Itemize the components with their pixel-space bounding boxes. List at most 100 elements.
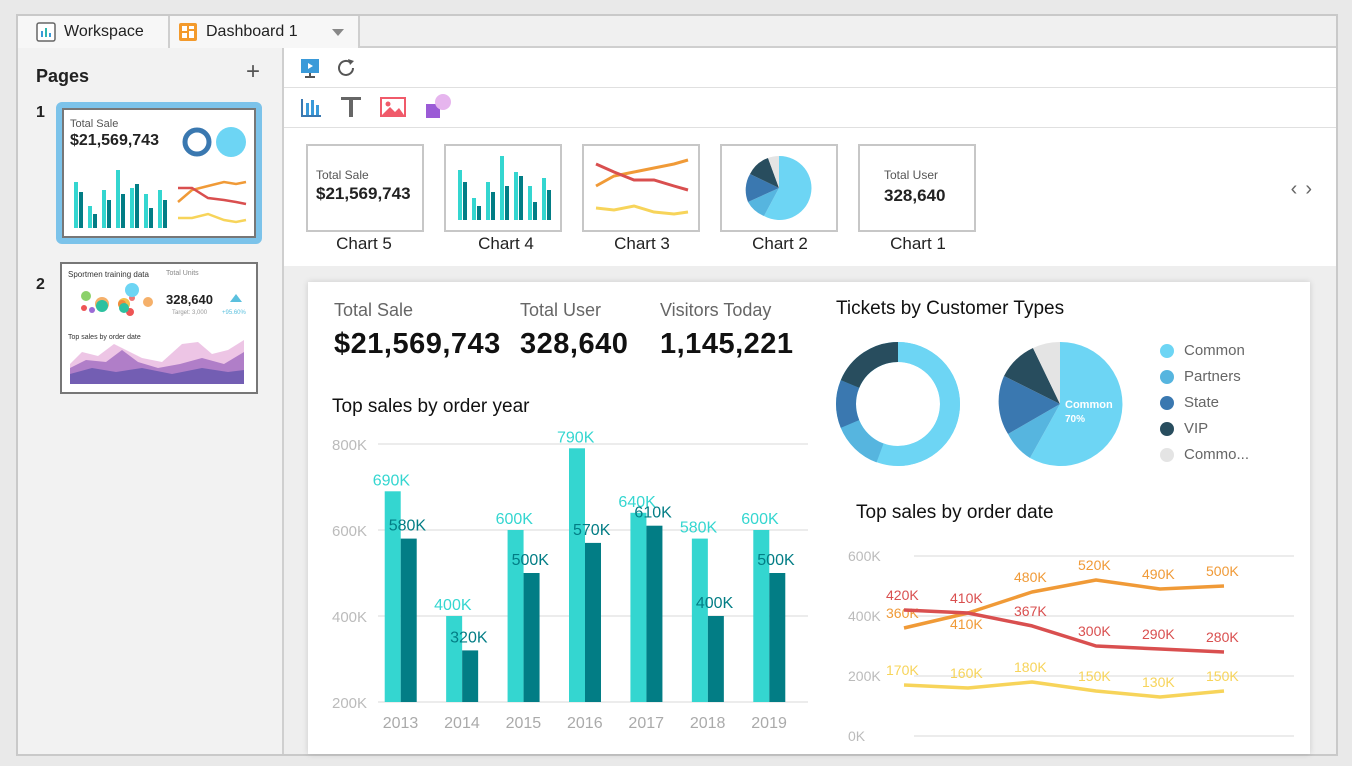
widget-kpi-value: $21,569,743 xyxy=(316,184,411,203)
kpi-value: 328,640 xyxy=(520,328,629,360)
dashboard-canvas: Total Sale $21,569,743 Total User 328,64… xyxy=(308,282,1310,754)
bar-data-label: 500K xyxy=(757,552,795,569)
line-data-label: 410K xyxy=(950,616,983,632)
line-data-label: 150K xyxy=(1206,668,1239,684)
tab-label: Workspace xyxy=(64,23,144,40)
line-data-label: 420K xyxy=(886,587,919,603)
pages-title: Pages xyxy=(36,66,90,86)
bar-data-label: 790K xyxy=(557,429,595,446)
widget-chart-3[interactable] xyxy=(582,144,700,232)
page-number: 1 xyxy=(36,104,45,121)
tab-label: Dashboard 1 xyxy=(206,23,298,40)
page-thumbnail-2[interactable]: Sportmen training data Total Units 328,6… xyxy=(60,262,258,394)
widget-chart-1[interactable]: Total User 328,640 xyxy=(858,144,976,232)
bar xyxy=(707,616,724,702)
app-window: Workspace Dashboard 1 Pages + 1 Total Sa… xyxy=(16,14,1338,756)
bar-data-label: 610K xyxy=(634,505,672,522)
widget-name: Chart 5 xyxy=(336,234,392,253)
widget-kpi-label: Total User xyxy=(884,168,939,182)
legend-label: State xyxy=(1184,394,1220,411)
kpi-label: Visitors Today xyxy=(660,300,772,320)
bar-data-label: 400K xyxy=(696,595,734,612)
line-data-label: 290K xyxy=(1142,626,1175,642)
bar xyxy=(691,538,708,702)
kpi-value: $21,569,743 xyxy=(334,328,501,360)
shape-icon[interactable] xyxy=(422,92,454,122)
toolbar-row-2 xyxy=(284,88,1336,128)
pie-slice-pct: 70% xyxy=(1065,414,1085,425)
y-tick-label: 200K xyxy=(848,668,881,684)
page-number: 2 xyxy=(36,276,45,293)
kpi-label: Total Sale xyxy=(334,300,414,320)
bar xyxy=(462,650,479,702)
pages-sidebar: Pages + 1 Total Sale $21,569,743 2 Sport xyxy=(18,48,284,754)
line-series xyxy=(903,680,1225,699)
page-thumbnail-1[interactable]: Total Sale $21,569,743 xyxy=(56,102,262,244)
x-tick-label: 2015 xyxy=(506,715,542,732)
chevron-right-icon[interactable]: › xyxy=(1305,178,1320,200)
legend-label: VIP xyxy=(1184,420,1209,437)
legend-swatch xyxy=(1160,421,1174,436)
widget-name: Chart 4 xyxy=(478,234,534,253)
line-data-label: 410K xyxy=(950,590,983,606)
tab-dashboard-1[interactable]: Dashboard 1 xyxy=(170,16,360,48)
toolbar-row-1 xyxy=(284,48,1336,88)
donut-chart xyxy=(836,342,960,466)
x-tick-label: 2017 xyxy=(628,715,664,732)
line-chart: 600K 400K 200K 0K 360K 410K 480K 520K 490K 500K 42… xyxy=(848,548,1294,744)
gallery-arrows: ‹› xyxy=(1291,178,1320,201)
widget-kpi-label: Total Sale xyxy=(316,168,369,182)
legend-swatch xyxy=(1160,395,1174,410)
mini-pie-chart xyxy=(745,155,812,220)
x-tick-label: 2018 xyxy=(690,715,726,732)
legend-item: Common xyxy=(1160,342,1245,359)
chart-icon[interactable] xyxy=(298,94,324,120)
widget-chart-4[interactable] xyxy=(444,144,562,232)
tab-workspace[interactable]: Workspace xyxy=(18,16,170,48)
line-data-label: 360K xyxy=(886,605,919,621)
pie-chart: Common 70% xyxy=(998,341,1123,466)
line-data-label: 520K xyxy=(1078,557,1111,573)
bar xyxy=(630,512,647,702)
line-data-label: 130K xyxy=(1142,674,1175,690)
bar xyxy=(585,542,601,702)
kpi-label: Total User xyxy=(520,300,602,320)
legend-item: State xyxy=(1160,394,1219,411)
widget-chart-5[interactable]: Total Sale $21,569,743 xyxy=(306,144,424,232)
y-tick-label: 400K xyxy=(848,608,881,624)
add-page-icon[interactable]: + xyxy=(246,60,260,84)
widget-gallery: Total Sale $21,569,743 Chart 5 Chart 4 C… xyxy=(284,128,1336,266)
bar xyxy=(769,573,786,702)
widget-kpi-value: 328,640 xyxy=(884,186,946,205)
thumb-charts xyxy=(74,127,247,228)
x-tick-label: 2019 xyxy=(751,715,787,732)
image-icon[interactable] xyxy=(378,94,408,120)
legend-swatch xyxy=(1160,369,1174,384)
bar-data-label: 580K xyxy=(680,520,718,537)
chevron-down-icon[interactable] xyxy=(331,28,344,36)
y-tick-label: 200K xyxy=(332,695,367,712)
text-icon[interactable] xyxy=(338,94,364,120)
chevron-left-icon[interactable]: ‹ xyxy=(1291,178,1306,200)
present-icon[interactable] xyxy=(298,56,322,80)
bar-data-label: 600K xyxy=(741,511,779,528)
bar-data-label: 320K xyxy=(450,629,488,646)
tickets-title: Tickets by Customer Types xyxy=(836,298,1065,319)
tab-bar: Workspace Dashboard 1 xyxy=(18,16,1336,48)
widget-chart-2[interactable] xyxy=(720,144,838,232)
dashboard-icon xyxy=(179,23,197,41)
legend-item: Partners xyxy=(1160,368,1241,385)
legend-item: Commo... xyxy=(1160,446,1249,463)
legend-label: Common xyxy=(1184,342,1245,359)
widget-name: Chart 3 xyxy=(614,234,670,253)
bar-data-label: 400K xyxy=(434,597,472,614)
refresh-icon[interactable] xyxy=(334,56,358,80)
bar-chart-title: Top sales by order year xyxy=(332,396,530,417)
bar-chart: 800K 600K 400K 200K 690K 580K 2013 400K 320K 2014… xyxy=(332,429,808,732)
line-chart-title: Top sales by order date xyxy=(856,502,1054,523)
thumb2-charts xyxy=(70,283,244,384)
line-data-label: 367K xyxy=(1014,603,1047,619)
line-data-label: 150K xyxy=(1078,668,1111,684)
legend-swatch xyxy=(1160,447,1174,462)
bar xyxy=(646,525,663,702)
